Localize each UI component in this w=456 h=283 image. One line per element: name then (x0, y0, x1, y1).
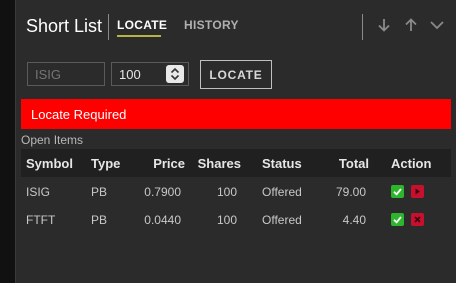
col-symbol[interactable]: Symbol (26, 156, 73, 171)
accept-icon[interactable] (391, 213, 404, 226)
cell-status: Offered (262, 213, 302, 227)
close-icon[interactable] (411, 213, 424, 226)
col-status[interactable]: Status (262, 156, 302, 171)
table-header: Symbol Type Price Shares Status Total Ac… (21, 149, 451, 177)
short-list-panel: Short List LOCATE HISTORY LOCATE Locate … (15, 0, 456, 283)
col-total[interactable]: Total (326, 156, 369, 171)
accept-icon[interactable] (391, 185, 404, 198)
cell-total: 79.00 (335, 185, 366, 199)
col-type[interactable]: Type (91, 156, 120, 171)
cell-shares: 100 (216, 213, 237, 227)
open-items-label: Open Items (21, 133, 84, 147)
table-row[interactable]: FTFT PB 0.0440 100 Offered 4.40 (21, 206, 451, 234)
cell-symbol: ISIG (26, 185, 51, 199)
cell-price: 0.7900 (144, 185, 181, 199)
table-row[interactable]: ISIG PB 0.7900 100 Offered 79.00 (21, 178, 451, 206)
arrow-down-icon[interactable] (375, 16, 393, 34)
cell-type: PB (91, 213, 108, 227)
divider (362, 14, 363, 40)
cell-type: PB (91, 185, 108, 199)
quantity-stepper[interactable] (166, 65, 184, 83)
locate-required-alert: Locate Required (21, 99, 451, 129)
tab-history[interactable]: HISTORY (184, 18, 239, 32)
col-action[interactable]: Action (391, 156, 431, 171)
cell-status: Offered (262, 185, 302, 199)
panel-title: Short List (26, 16, 103, 36)
divider (108, 14, 109, 40)
chevron-down-icon[interactable] (428, 16, 446, 34)
symbol-input[interactable] (27, 62, 105, 86)
cell-total: 4.40 (342, 213, 366, 227)
cell-symbol: FTFT (26, 213, 56, 227)
active-tab-indicator (117, 35, 161, 37)
cell-price: 0.0440 (144, 213, 181, 227)
arrow-up-icon[interactable] (402, 16, 420, 34)
col-price[interactable]: Price (141, 156, 185, 171)
reject-icon[interactable] (411, 185, 424, 198)
col-shares[interactable]: Shares (196, 156, 241, 171)
locate-button[interactable]: LOCATE (200, 60, 272, 89)
cell-shares: 100 (216, 185, 237, 199)
tab-locate[interactable]: LOCATE (117, 18, 167, 32)
panel-header: Short List LOCATE HISTORY (16, 0, 456, 48)
